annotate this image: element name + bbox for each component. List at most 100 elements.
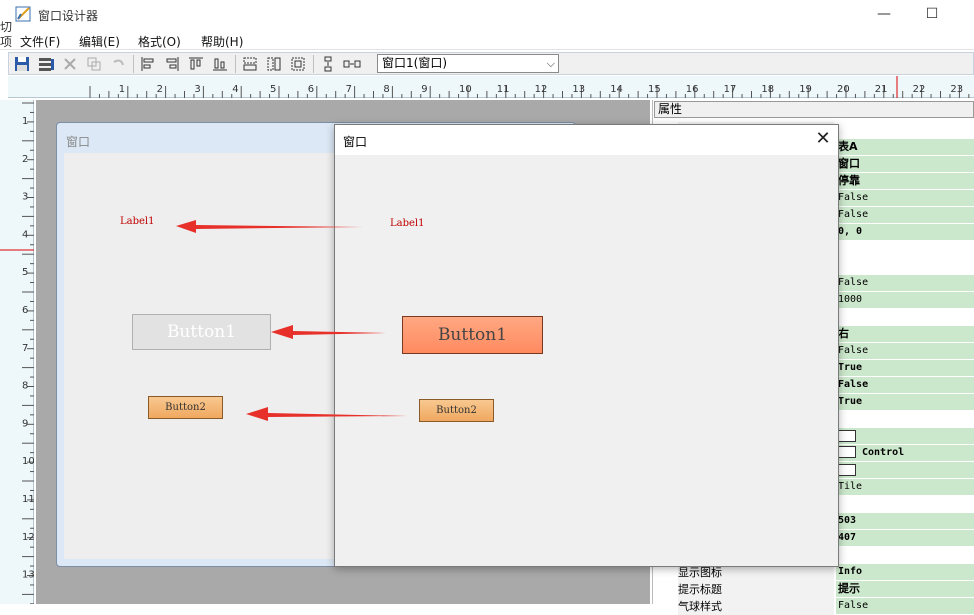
property-value[interactable]: 表A (836, 139, 974, 155)
property-value[interactable]: Tile (836, 479, 974, 495)
ruler-label: 1 (22, 116, 28, 127)
close-icon[interactable]: ✕ (813, 128, 833, 149)
designer-app-icon (14, 5, 34, 25)
ruler-label: 11 (497, 84, 510, 95)
ruler-label: 13 (572, 84, 585, 95)
minimize-button[interactable]: — (874, 4, 894, 24)
property-value[interactable]: False (836, 207, 974, 223)
property-value[interactable] (836, 462, 974, 478)
property-value[interactable]: Info (836, 564, 974, 580)
design-button2[interactable]: Button2 (148, 396, 223, 419)
undo-icon[interactable] (109, 55, 127, 73)
property-value[interactable]: True (836, 360, 974, 376)
property-value[interactable]: False (836, 190, 974, 206)
design-form-title: 窗口 (66, 135, 91, 149)
property-value[interactable]: False (836, 343, 974, 359)
delete-icon[interactable] (61, 55, 79, 73)
toolbar-separator (313, 55, 314, 73)
property-value[interactable]: Control (836, 445, 974, 461)
preview-label1: Label1 (390, 218, 425, 229)
property-value-text: False (838, 379, 869, 390)
ruler-label: 11 (22, 494, 34, 505)
vertical-spacing-icon[interactable] (319, 55, 337, 73)
property-value[interactable]: 0, 0 (836, 224, 974, 240)
preview-button2[interactable]: Button2 (419, 399, 494, 422)
ruler-label: 3 (22, 192, 28, 203)
align-right-icon[interactable] (163, 55, 181, 73)
title-bar (0, 0, 974, 30)
ruler-label: 21 (875, 84, 888, 95)
menu-format[interactable]: 格式(O) (138, 33, 181, 50)
form-selector-dropdown[interactable]: 窗口1(窗口) ⌵ (377, 54, 559, 73)
property-value[interactable]: 1000 (836, 292, 974, 308)
property-value[interactable]: True (836, 394, 974, 410)
ruler-label: 13 (22, 570, 34, 581)
property-value-text: 0, 0 (838, 226, 863, 237)
property-value-text: Control (862, 447, 905, 458)
chevron-down-icon: ⌵ (546, 57, 555, 70)
ruler-label: 9 (421, 84, 427, 95)
property-value-text: 提示 (838, 582, 860, 595)
align-left-icon[interactable] (139, 55, 157, 73)
ruler-label: 20 (837, 84, 850, 95)
preview-title-bar (335, 125, 838, 155)
property-value[interactable] (836, 428, 974, 444)
property-value[interactable]: 407 (836, 530, 974, 546)
property-value-text: False (838, 345, 869, 356)
property-value[interactable]: 503 (836, 513, 974, 529)
ruler-label: 3 (194, 84, 200, 95)
property-value-text: True (838, 396, 863, 407)
vertical-ruler: 1 2 3 4 5 6 7 8 9 10 11 12 13 (0, 100, 34, 604)
toolbar-separator (235, 55, 236, 73)
property-value-text: False (838, 600, 869, 611)
preview-button1[interactable]: Button1 (402, 316, 543, 354)
menu-help[interactable]: 帮助(H) (201, 33, 243, 50)
ruler-label: 8 (383, 84, 389, 95)
ruler-label: 9 (22, 418, 28, 429)
ruler-label: 8 (22, 381, 28, 392)
property-value-text: False (838, 277, 869, 288)
ruler-ticks: 12345678910111213 (0, 102, 34, 604)
ruler-label: 14 (610, 84, 623, 95)
property-value[interactable]: False (836, 377, 974, 393)
property-value[interactable]: 右 (836, 326, 974, 342)
copy-icon[interactable] (85, 55, 103, 73)
ruler-label: 2 (157, 84, 163, 95)
property-row[interactable]: 气球样式 False (652, 598, 974, 615)
property-value[interactable]: 窗口 (836, 156, 974, 172)
property-value[interactable]: False (836, 275, 974, 291)
property-value[interactable]: 停靠 (836, 173, 974, 189)
same-width-icon[interactable] (241, 55, 259, 73)
property-value-text: Info (838, 566, 863, 577)
same-size-icon[interactable] (289, 55, 307, 73)
toolbar-separator (133, 55, 134, 73)
property-value-text: 停靠 (838, 174, 860, 187)
multi-save-icon[interactable] (37, 55, 55, 73)
property-value[interactable]: False (836, 598, 974, 614)
property-value-text: 503 (838, 515, 857, 526)
menu-file[interactable]: 文件(F) (20, 33, 60, 50)
form-selector-value: 窗口1(窗口) (382, 56, 447, 70)
property-row[interactable]: 提示标题 提示 (652, 581, 974, 598)
ruler-label: 4 (22, 229, 28, 240)
ruler-label: 5 (270, 84, 276, 95)
ruler-label: 6 (22, 305, 28, 316)
horizontal-spacing-icon[interactable] (343, 55, 361, 73)
menu-edit[interactable]: 编辑(E) (79, 33, 120, 50)
ruler-label: 19 (799, 84, 812, 95)
design-button1[interactable]: Button1 (132, 314, 271, 350)
design-label1[interactable]: Label1 (120, 216, 154, 227)
ruler-label: 2 (22, 154, 28, 165)
property-value-text: 1000 (838, 294, 863, 305)
align-top-icon[interactable] (187, 55, 205, 73)
align-bottom-icon[interactable] (211, 55, 229, 73)
property-value[interactable]: 提示 (836, 581, 974, 597)
property-value-text: False (838, 209, 869, 220)
property-value-text: 右 (838, 327, 849, 340)
maximize-button[interactable]: ☐ (922, 4, 942, 24)
same-height-icon[interactable] (265, 55, 283, 73)
ruler-label: 15 (648, 84, 661, 95)
ruler-label: 6 (308, 84, 314, 95)
ruler-label: 17 (724, 84, 737, 95)
save-icon[interactable] (13, 55, 31, 73)
